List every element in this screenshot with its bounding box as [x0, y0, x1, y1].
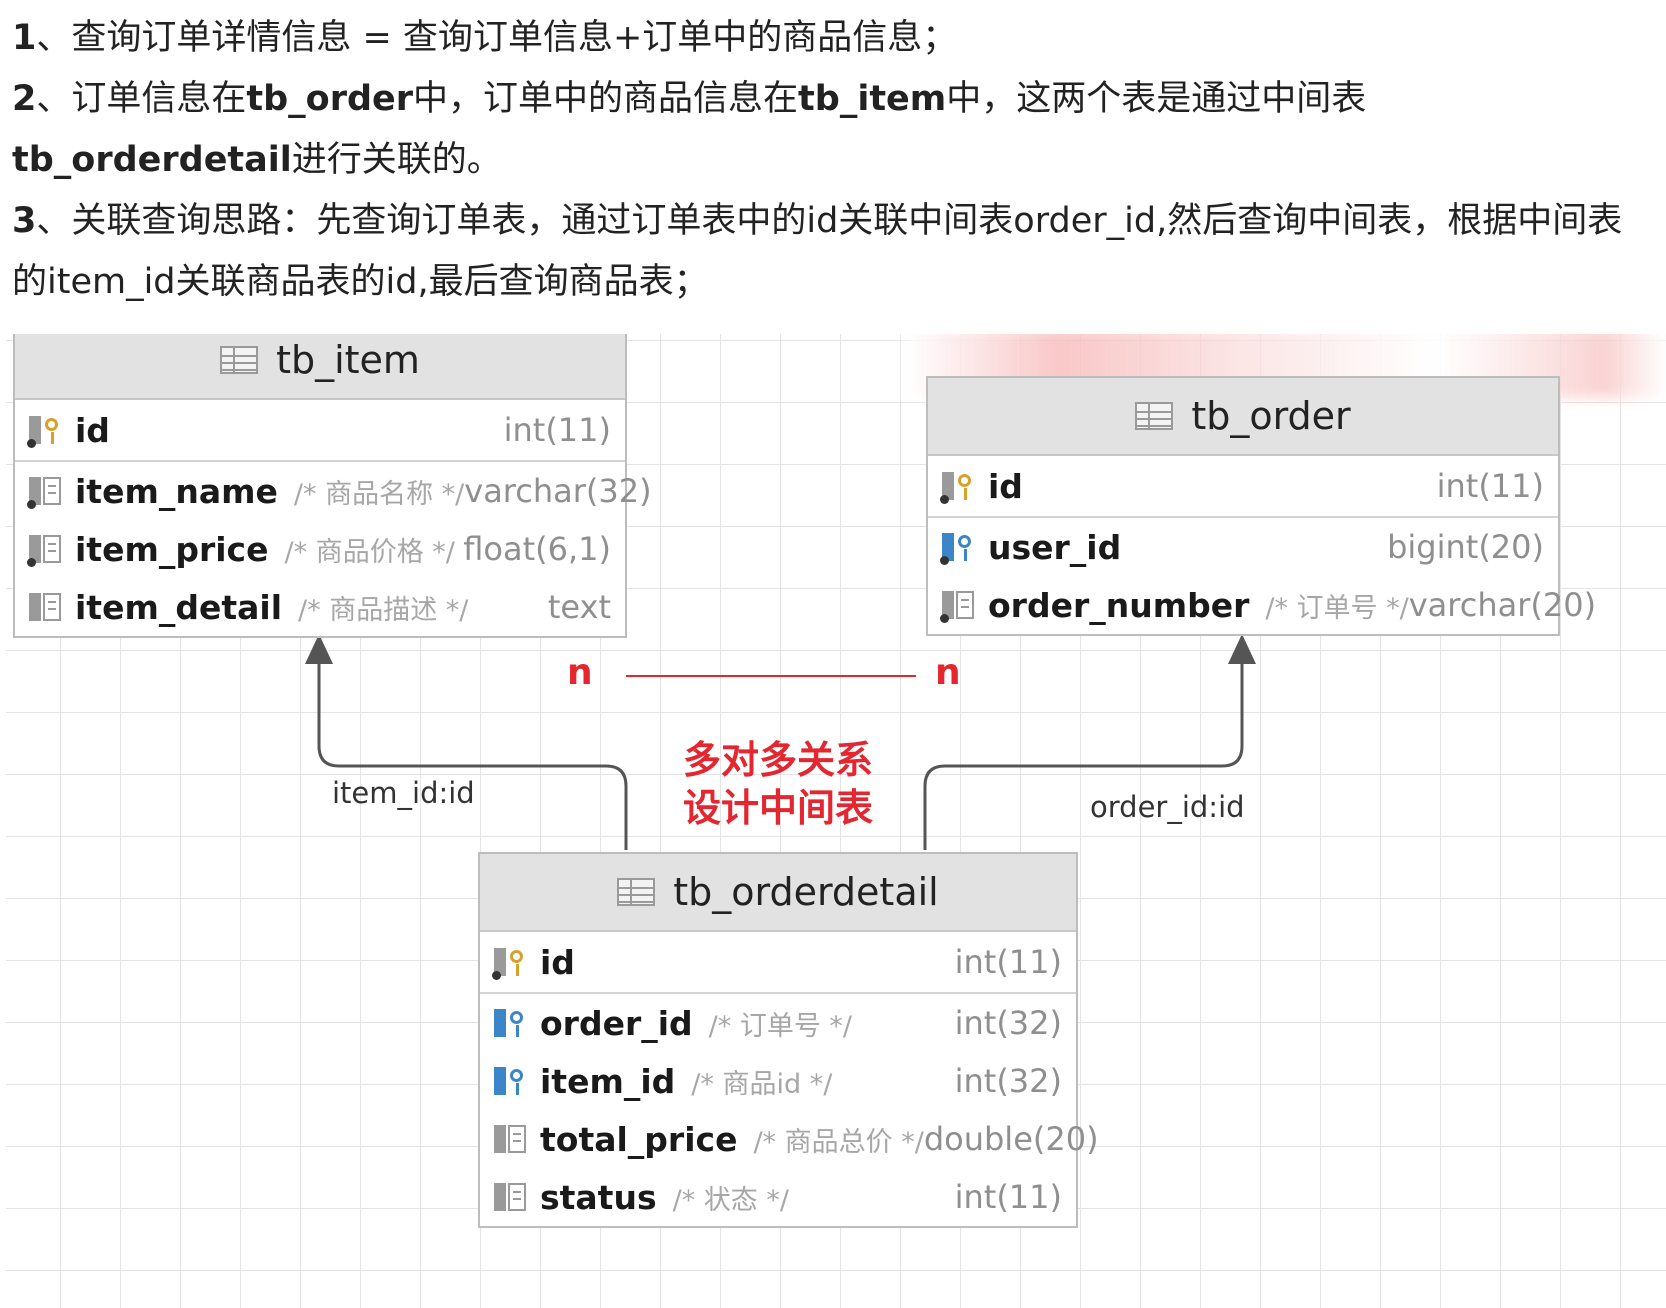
- column-comment: /* 商品名称 */: [293, 478, 465, 510]
- table-header: tb_item: [15, 334, 625, 400]
- paragraph-number: 3: [12, 201, 37, 241]
- table-name-bold: tb_order: [246, 79, 414, 119]
- er-diagram-canvas: tb_item id int(11) item_name /* 商品名称 */ …: [6, 334, 1666, 1308]
- column-type: int(11): [954, 1178, 1062, 1216]
- column-icon: [940, 587, 980, 623]
- paragraph-text: 进行关联的。: [291, 140, 502, 180]
- column-name: item_price: [75, 529, 269, 569]
- primary-key-icon: [940, 468, 980, 504]
- column-row[interactable]: order_number /* 订单号 */ varchar(20): [928, 576, 1596, 634]
- column-comment: /* 商品id */: [691, 1068, 833, 1100]
- column-row[interactable]: item_id /* 商品id */ int(32): [480, 1052, 1076, 1110]
- column-row[interactable]: id int(11): [15, 400, 625, 462]
- table-title: tb_orderdetail: [673, 870, 939, 914]
- many-to-many-note: 多对多关系 设计中间表: [678, 736, 878, 832]
- column-comment: /* 订单号 */: [1265, 592, 1409, 624]
- table-tb-orderdetail[interactable]: tb_orderdetail id int(11) order_id /* 订单…: [478, 852, 1099, 1228]
- paragraph-1: 1、查询订单详情信息 = 查询订单信息+订单中的商品信息；: [12, 8, 1652, 69]
- table-tb-order[interactable]: tb_order id int(11) user_id bigint(20) o…: [926, 376, 1596, 636]
- table-header: tb_order: [928, 378, 1558, 456]
- column-name: status: [540, 1177, 657, 1217]
- column-comment: /* 商品描述 */: [298, 594, 469, 626]
- description-text: 1、查询订单详情信息 = 查询订单信息+订单中的商品信息； 2、订单信息在tb_…: [12, 8, 1652, 313]
- column-type: int(11): [1436, 467, 1544, 505]
- column-name: id: [988, 466, 1023, 506]
- paragraph-text: 中，订单中的商品信息在: [413, 79, 799, 119]
- column-comment: /* 商品价格 */: [284, 536, 455, 568]
- column-row[interactable]: id int(11): [480, 932, 1076, 994]
- column-row[interactable]: total_price /* 商品总价 */ double(20): [480, 1110, 1099, 1168]
- column-type: text: [547, 588, 611, 626]
- foreign-key-icon: [940, 529, 980, 565]
- table-icon: [617, 878, 656, 906]
- column-type: int(32): [954, 1004, 1062, 1042]
- column-name: item_id: [540, 1061, 676, 1101]
- column-icon: [27, 589, 67, 625]
- note-line-2: 设计中间表: [682, 786, 873, 830]
- paragraph-text: 中，这两个表是通过中间表: [946, 79, 1367, 119]
- column-type: int(32): [954, 1062, 1062, 1100]
- paragraph-text: 、订单信息在: [36, 79, 247, 119]
- paragraph-3: 3、关联查询思路：先查询订单表，通过订单表中的id关联中间表order_id,然…: [12, 191, 1652, 313]
- column-comment: /* 订单号 */: [708, 1010, 853, 1042]
- column-name: item_detail: [75, 587, 283, 627]
- column-type: varchar(20): [1408, 586, 1597, 624]
- column-row[interactable]: status /* 状态 */ int(11): [480, 1168, 1076, 1226]
- edge-label-item: item_id:id: [332, 776, 475, 810]
- column-icon: [492, 1121, 532, 1157]
- column-comment: /* 状态 */: [672, 1184, 789, 1216]
- column-row[interactable]: item_name /* 商品名称 */ varchar(32): [15, 462, 652, 520]
- paragraph-2: 2、订单信息在tb_order中，订单中的商品信息在tb_item中，这两个表是…: [12, 69, 1652, 191]
- paragraph-number: 2: [12, 79, 37, 119]
- column-row[interactable]: item_detail /* 商品描述 */ text: [15, 578, 625, 636]
- column-comment: /* 商品总价 */: [753, 1126, 924, 1158]
- column-name: user_id: [988, 527, 1122, 567]
- paragraph-number: 1: [12, 18, 37, 58]
- primary-key-icon: [27, 412, 67, 448]
- column-type: bigint(20): [1387, 528, 1544, 566]
- column-row[interactable]: item_price /* 商品价格 */ float(6,1): [15, 520, 625, 578]
- column-row[interactable]: user_id bigint(20): [928, 518, 1558, 576]
- column-icon: [27, 531, 67, 567]
- table-header: tb_orderdetail: [480, 854, 1076, 932]
- column-type: double(20): [923, 1120, 1099, 1158]
- table-icon: [220, 346, 259, 374]
- column-icon: [492, 1179, 532, 1215]
- table-name-bold: tb_item: [798, 79, 947, 119]
- table-title: tb_item: [276, 338, 420, 382]
- foreign-key-icon: [492, 1063, 532, 1099]
- edge-label-order: order_id:id: [1090, 790, 1245, 824]
- note-line-1: 多对多关系: [682, 738, 873, 782]
- column-name: id: [540, 942, 575, 982]
- column-row[interactable]: order_id /* 订单号 */ int(32): [480, 994, 1076, 1052]
- column-icon: [27, 473, 67, 509]
- column-name: id: [75, 410, 110, 450]
- column-name: total_price: [540, 1119, 738, 1159]
- table-title: tb_order: [1191, 394, 1351, 438]
- multiplicity-right: n: [935, 652, 961, 693]
- multiplicity-left: n: [567, 652, 593, 693]
- column-row[interactable]: id int(11): [928, 456, 1558, 518]
- foreign-key-icon: [492, 1005, 532, 1041]
- column-type: float(6,1): [463, 530, 611, 568]
- column-name: item_name: [75, 471, 278, 511]
- primary-key-icon: [492, 944, 532, 980]
- column-type: int(11): [954, 943, 1062, 981]
- arrow-to-tb-order: [1228, 634, 1256, 664]
- table-icon: [1135, 402, 1174, 430]
- column-name: order_id: [540, 1003, 693, 1043]
- paragraph-text: 、查询订单详情信息 = 查询订单信息+订单中的商品信息；: [36, 18, 958, 58]
- table-tb-item[interactable]: tb_item id int(11) item_name /* 商品名称 */ …: [13, 334, 652, 638]
- column-type: varchar(32): [464, 472, 652, 510]
- paragraph-text: 、关联查询思路：先查询订单表，通过订单表中的id关联中间表order_id,然后…: [12, 201, 1623, 302]
- column-name: order_number: [988, 585, 1250, 625]
- arrow-to-tb-item: [305, 634, 333, 664]
- table-name-bold: tb_orderdetail: [12, 140, 292, 180]
- column-type: int(11): [503, 411, 611, 449]
